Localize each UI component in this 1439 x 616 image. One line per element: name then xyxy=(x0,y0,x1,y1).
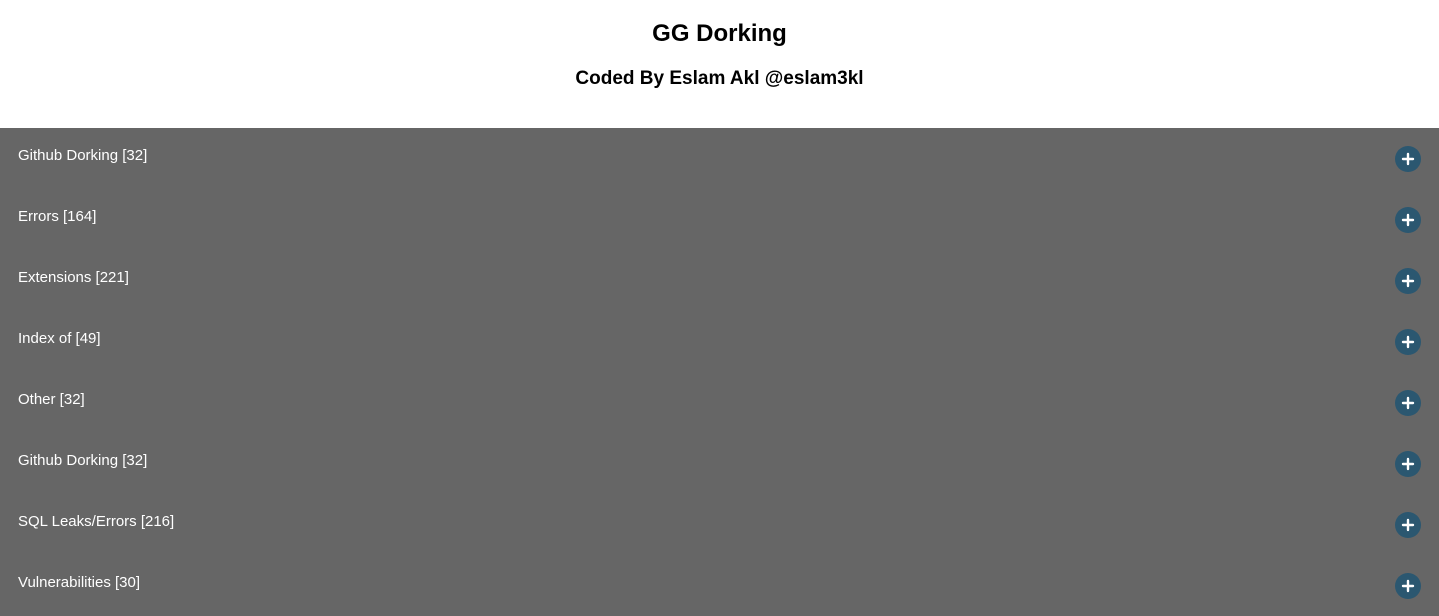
accordion-item[interactable]: Github Dorking [32] xyxy=(0,128,1439,189)
accordion-item-label: Errors [164] xyxy=(18,208,97,225)
accordion-item-label: Index of [49] xyxy=(18,330,101,347)
page-subtitle: Coded By Eslam Akl @eslam3kl xyxy=(575,68,864,89)
plus-icon[interactable] xyxy=(1395,268,1421,294)
accordion-item[interactable]: SQL Leaks/Errors [216] xyxy=(0,494,1439,555)
accordion-item[interactable]: Extensions [221] xyxy=(0,250,1439,311)
accordion-item[interactable]: Github Dorking [32] xyxy=(0,433,1439,494)
accordion-item[interactable]: Errors [164] xyxy=(0,189,1439,250)
accordion-item-label: Github Dorking [32] xyxy=(18,147,148,164)
plus-icon[interactable] xyxy=(1395,451,1421,477)
accordion-item[interactable]: Index of [49] xyxy=(0,311,1439,372)
plus-icon[interactable] xyxy=(1395,146,1421,172)
accordion-item[interactable]: Other [32] xyxy=(0,372,1439,433)
accordion-item-label: Github Dorking [32] xyxy=(18,452,148,469)
dork-category-accordion: Github Dorking [32] Errors [164] Extensi… xyxy=(0,128,1439,616)
accordion-item-label: Vulnerabilities [30] xyxy=(18,574,141,591)
plus-icon[interactable] xyxy=(1395,573,1421,599)
page-title: GG Dorking xyxy=(652,20,787,47)
accordion-item-label: SQL Leaks/Errors [216] xyxy=(18,513,175,530)
accordion-item[interactable]: Vulnerabilities [30] xyxy=(0,555,1439,616)
plus-icon[interactable] xyxy=(1395,207,1421,233)
accordion-item-label: Other [32] xyxy=(18,391,85,408)
plus-icon[interactable] xyxy=(1395,512,1421,538)
accordion-item-label: Extensions [221] xyxy=(18,269,129,286)
plus-icon[interactable] xyxy=(1395,329,1421,355)
plus-icon[interactable] xyxy=(1395,390,1421,416)
page-header: GG Dorking Coded By Eslam Akl @eslam3kl xyxy=(0,0,1439,128)
